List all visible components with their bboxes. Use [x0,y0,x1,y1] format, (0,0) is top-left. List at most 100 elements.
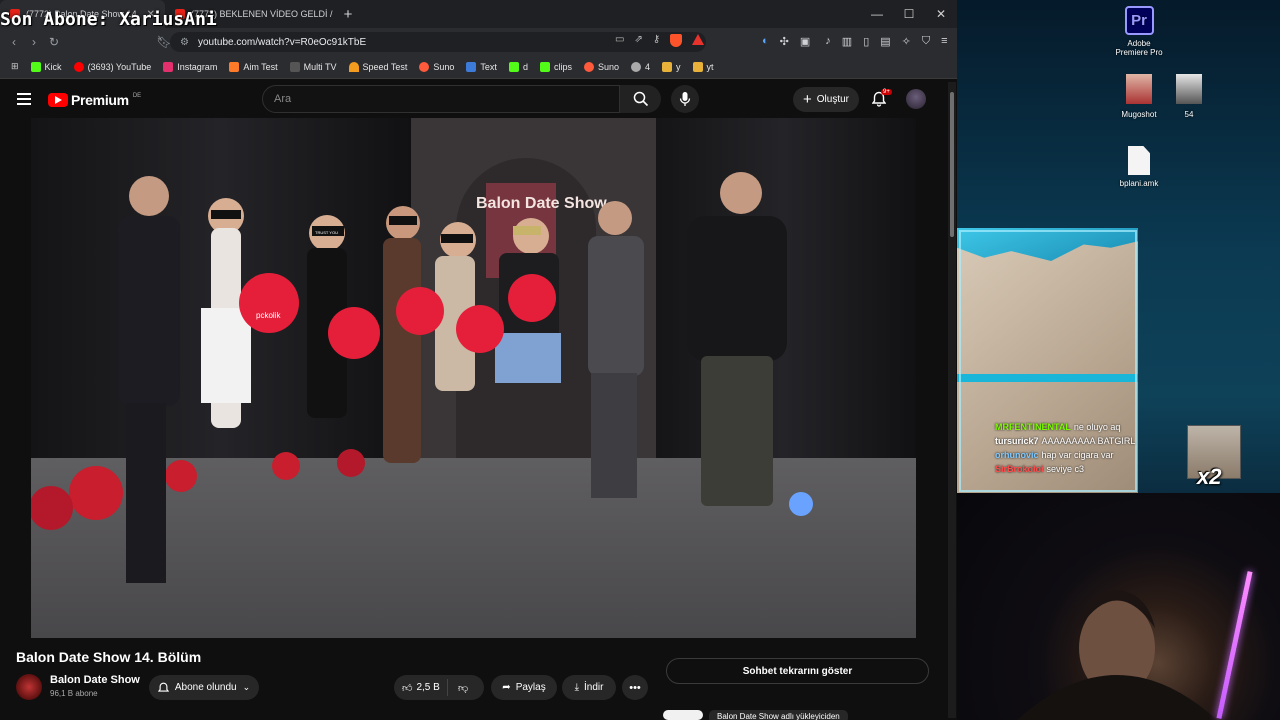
video-player[interactable]: Balon Date Show TRUST YOU pckolik [31,118,916,638]
guide-menu-icon[interactable] [17,93,31,105]
create-label: Oluştur [816,94,849,105]
bookmark-label: Instagram [177,61,218,72]
bookmark-4[interactable]: 4 [625,61,656,72]
reload-icon[interactable]: ↻ [44,35,64,49]
share-button[interactable]: ➦ Paylaş [491,675,557,700]
bookmarks-icon[interactable]: ▥ [842,35,852,48]
multi-tv-icon [289,61,300,72]
bookmark-label: Multi TV [303,61,337,72]
youtube-premium-logo[interactable]: Premium DE [48,92,141,108]
bookmark-label: Kick [44,61,62,72]
bookmark-folder-y[interactable]: y [656,61,687,72]
search-icon [633,91,648,107]
key-icon[interactable]: ⚷ [653,34,660,47]
bookmark-folder-yt[interactable]: yt [687,61,720,72]
chat-username: MRFENTINENTAL [995,422,1071,432]
desktop-icon-label: Adobe Premiere Pro [1115,39,1163,57]
bookmark-suno-2[interactable]: Suno [578,61,625,72]
desktop-icon-54[interactable]: 54 [1169,74,1209,119]
voice-search-button[interactable] [671,85,699,113]
menu-icon[interactable]: ≡ [941,35,947,48]
more-dots-icon: ••• [629,681,641,694]
apps-grid-icon[interactable]: ⊞ [0,61,25,72]
recommendation-chips: Balon Date Show adlı yükleyiciden [663,710,848,720]
bookmark-suno[interactable]: Suno [413,61,460,72]
toolbar-extensions: ◐ ✣ ▣ ♪ ▥ ▯ ▤ ✧ ⛉ ≡ [762,35,948,48]
folder-icon [662,61,673,72]
desktop-icon-label: bplani.amk [1119,179,1159,188]
channel-name[interactable]: Balon Date Show [50,674,140,686]
user-avatar[interactable] [906,89,926,109]
site-info-icon[interactable]: ⚙ [180,37,189,48]
like-button[interactable]: 👍︎ 2,5 B [394,679,448,696]
url-text: youtube.com/watch?v=R0eOc91kTbE [198,36,367,48]
vpn-icon[interactable]: ◐ [762,35,769,48]
chat-text: seviye c3 [1046,464,1085,474]
desktop-icon-bplani[interactable]: bplani.amk [1115,146,1163,188]
cast-icon[interactable]: ▭ [615,34,624,47]
more-actions-button[interactable]: ••• [622,675,648,700]
chat-username: tursurick7 [995,436,1039,446]
subscribed-button[interactable]: Abone olundu ⌄ [149,675,259,700]
channel-avatar[interactable] [16,674,42,700]
chevron-down-icon: ⌄ [242,682,251,692]
region-code: DE [132,93,142,99]
share-arrow-icon: ➦ [502,682,511,693]
chat-text: ne oluyo aq [1073,422,1121,432]
bookmark-aim-test[interactable]: Aim Test [223,61,283,72]
stream-chat: MRFENTINENTAL ne oluyo aq tursurick7 AAAAA… [995,420,1135,476]
bookmark-instagram[interactable]: Instagram [157,61,223,72]
bookmark-youtube[interactable]: (3693) YouTube [68,61,158,72]
sidebar-icon[interactable]: ▯ [863,35,869,48]
bookmark-label: Suno [433,61,455,72]
bookmark-d[interactable]: d [503,61,534,72]
brave-shields-icon[interactable] [670,34,683,47]
streamer-webcam [957,493,1280,720]
bookmark-clips[interactable]: clips [534,61,578,72]
premiere-pro-icon: Pr [1124,6,1154,35]
forward-icon[interactable]: › [24,35,44,49]
bookmark-speed-test[interactable]: Speed Test [343,61,414,72]
leo-icon[interactable]: ✧ [902,35,911,48]
maximize-icon[interactable]: ☐ [893,7,925,21]
bookmark-kick[interactable]: Kick [25,61,68,72]
screenshot-icon[interactable]: ▣ [800,35,810,48]
minimize-icon[interactable]: — [861,7,893,21]
chat-replay-button[interactable]: Sohbet tekrarını göster [666,658,929,684]
download-button[interactable]: ⤓ İndir [562,675,616,700]
dislike-button[interactable]: 👎︎ [448,682,468,694]
music-icon[interactable]: ♪ [825,35,831,48]
chip-from-uploader[interactable]: Balon Date Show adlı yükleyiciden [709,710,848,720]
folder-icon [692,61,703,72]
notification-badge: 9+ [881,89,892,95]
bookmark-label: y [676,61,681,72]
share-icon[interactable]: ⇗ [634,34,642,47]
search-input[interactable]: Ara [262,85,620,113]
chat-text: AAAAAAAAA BATGIRL [1041,436,1136,446]
chat-username: SirBrokoloi [995,464,1044,474]
chat-text: hap var cigara var [1041,450,1114,460]
brave-rewards-icon[interactable] [692,34,705,45]
mugoshot-thumbnail-icon [1126,74,1152,104]
wallet-icon[interactable]: ▤ [880,35,890,48]
bookmark-text[interactable]: Text [460,61,503,72]
kick-icon [508,61,519,72]
create-button[interactable]: + Oluştur [793,87,859,112]
aim-test-icon [229,61,240,72]
bell-icon [157,682,169,692]
bookmark-multi-tv[interactable]: Multi TV [284,61,343,72]
close-window-icon[interactable]: ✕ [925,7,957,21]
desktop-icon-mugoshot[interactable]: Mugoshot [1117,74,1161,119]
shield-icon[interactable]: ⛉ [922,35,930,48]
desktop-icon-premiere[interactable]: Pr Adobe Premiere Pro [1113,6,1165,57]
new-tab-button[interactable]: + [335,6,361,23]
bookmark-label: yt [706,61,714,72]
youtube-icon [73,61,84,72]
nav-bar: ‹ › ↻ 🔖︎ ⚙ youtube.com/watch?v=R0eOc91kT… [0,28,957,55]
back-icon[interactable]: ‹ [4,35,24,49]
scrollbar-thumb[interactable] [950,92,954,237]
chip-all[interactable] [663,710,703,720]
share-label: Paylaş [515,682,546,693]
search-button[interactable] [620,85,661,113]
extensions-icon[interactable]: ✣ [780,35,789,48]
